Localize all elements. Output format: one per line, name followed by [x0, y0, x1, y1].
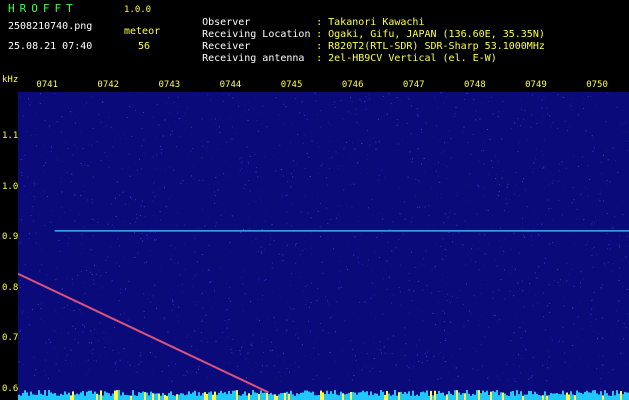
y-tick-label: 0.8	[2, 282, 19, 293]
app-version: 1.0.0	[124, 5, 152, 15]
x-tick-label: 0748	[464, 80, 486, 90]
field-antenna-label: Receiving antenna	[202, 53, 305, 64]
x-tick-label: 0747	[402, 80, 425, 90]
x-tick-label: 0746	[341, 80, 364, 90]
datetime-text: 25.08.21 07:40	[8, 41, 93, 52]
x-tick-label: 0743	[158, 80, 181, 90]
x-tick-label: 0741	[36, 80, 59, 90]
app-logo: HROFFT	[8, 2, 78, 15]
field-antenna-value: : 2el-HB9CV Vertical (el. E-W)	[316, 53, 497, 64]
x-tick-label: 0745	[280, 80, 303, 90]
spectrogram-plot	[18, 92, 629, 400]
spectrogram-background	[18, 92, 629, 400]
y-tick-label: 1.1	[2, 131, 19, 142]
y-tick-label: 0.7	[2, 333, 19, 344]
header-panel: HROFFT 1.0.0 2508210740.png 25.08.21 07:…	[0, 0, 629, 72]
spectrogram-svg	[18, 92, 629, 400]
y-tick-label: 1.0	[2, 181, 19, 192]
field-antenna: Receiving antenna : 2el-HB9CV Vertical (e…	[178, 41, 497, 77]
y-tick-label: 0.9	[2, 232, 19, 243]
filename-text: 2508210740.png	[8, 21, 93, 32]
x-tick-label: 0749	[525, 80, 547, 90]
y-tick-label: 0.6	[2, 383, 19, 394]
x-tick-label: 0750	[586, 80, 608, 90]
meteor-label: meteor	[124, 26, 161, 37]
meteor-count: 56	[138, 41, 151, 52]
x-tick-label: 0742	[97, 80, 120, 90]
x-tick-label: 0744	[219, 80, 242, 90]
y-axis-label: kHz	[2, 75, 19, 85]
